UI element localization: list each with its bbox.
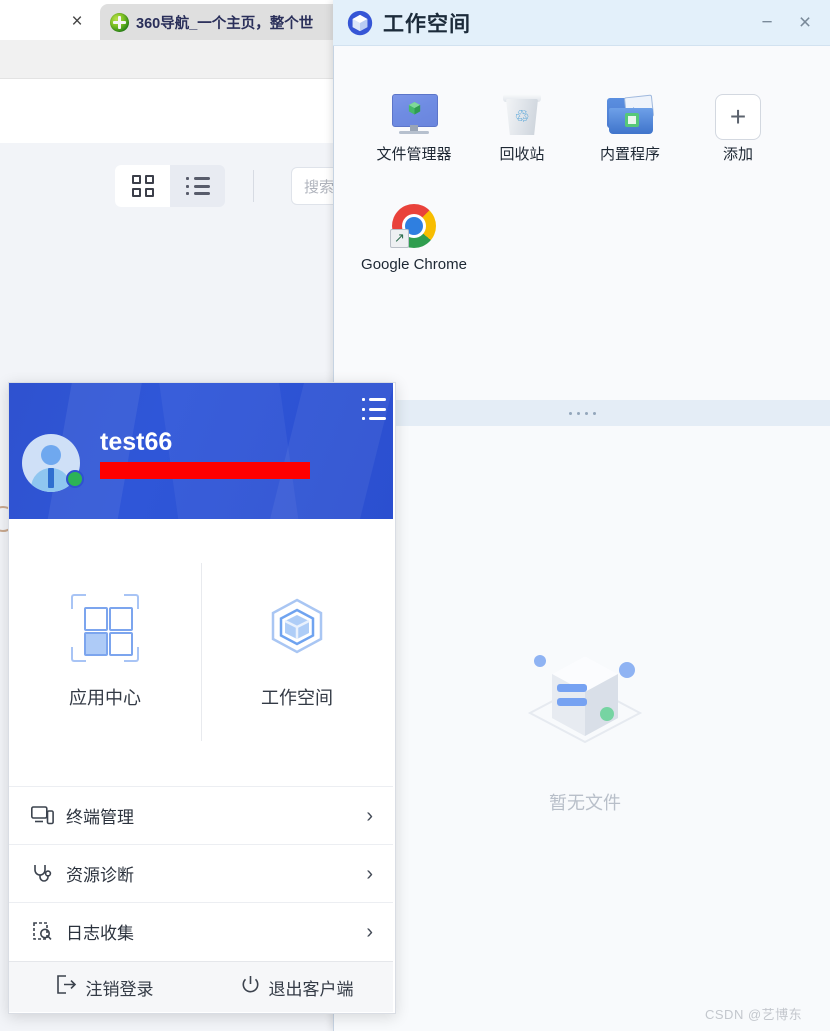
chevron-right-icon: › xyxy=(366,920,373,943)
shortcut-label: 应用中心 xyxy=(69,687,141,708)
shortcut-label: 工作空间 xyxy=(261,687,333,708)
menu-item-log-collection[interactable]: 日志收集 › xyxy=(9,902,393,960)
desktop-icon-grid: 文件管理器 ♲ 回收站 内置程序 + 添加 ↗ Google Chrome xyxy=(360,84,800,304)
log-clipboard-icon xyxy=(29,921,55,942)
desktop-icon-google-chrome[interactable]: ↗ Google Chrome xyxy=(360,194,468,304)
monitor-cube-icon xyxy=(388,84,440,140)
client-menu-list: 终端管理 › 资源诊断 › 日志收集 › xyxy=(9,786,393,961)
status-badge xyxy=(66,470,84,488)
exit-client-button[interactable]: 退出客户端 xyxy=(201,962,393,1012)
terminal-management-icon xyxy=(29,806,55,825)
menu-item-label: 资源诊断 xyxy=(66,866,134,885)
desktop-icon-builtin-programs[interactable]: 内置程序 xyxy=(576,84,684,194)
recycle-bin-icon: ♲ xyxy=(500,84,544,140)
logout-label: 注销登录 xyxy=(85,979,154,999)
stethoscope-icon xyxy=(29,863,55,884)
browser-tab[interactable]: 360导航_一个主页，整个世 xyxy=(100,4,360,40)
workspace-window-title: 工作空间 xyxy=(383,12,471,36)
empty-state: 暂无文件 xyxy=(465,630,705,830)
logout-button[interactable]: 注销登录 xyxy=(9,962,201,1012)
list-view-icon[interactable] xyxy=(170,165,225,207)
drag-handle-icon xyxy=(568,411,596,415)
minimize-button[interactable]: − xyxy=(750,8,784,38)
desktop-icon-label: 添加 xyxy=(722,146,753,163)
empty-state-caption: 暂无文件 xyxy=(549,793,621,813)
app-center-icon xyxy=(71,593,139,662)
client-panel-footer: 注销登录 退出客户端 xyxy=(9,961,393,1012)
desktop-icon-label: Google Chrome xyxy=(361,256,467,273)
desktop-icon-label: 回收站 xyxy=(499,146,545,163)
tab-close-icon[interactable]: × xyxy=(50,8,104,34)
desktop-icon-recycle-bin[interactable]: ♲ 回收站 xyxy=(468,84,576,194)
chrome-icon: ↗ xyxy=(390,194,438,250)
window-controls: − × xyxy=(750,8,822,38)
exit-client-label: 退出客户端 xyxy=(268,979,354,999)
redacted-account-field xyxy=(100,462,310,479)
menu-item-label: 日志收集 xyxy=(66,924,134,943)
360-logo-icon xyxy=(110,12,129,32)
menu-item-label: 终端管理 xyxy=(66,808,134,827)
pane-splitter-handle[interactable] xyxy=(334,400,830,426)
toolbar-divider xyxy=(253,170,254,202)
desktop-icon-file-manager[interactable]: 文件管理器 xyxy=(360,84,468,194)
shortcut-workspace[interactable]: 工作空间 xyxy=(201,519,393,784)
chevron-right-icon: › xyxy=(366,804,373,827)
hamburger-menu-icon[interactable] xyxy=(362,398,386,420)
workspace-title-bar[interactable]: 工作空间 − × xyxy=(333,0,830,46)
chevron-right-icon: › xyxy=(366,862,373,885)
desktop-icon-label: 文件管理器 xyxy=(376,146,452,163)
menu-item-resource-diagnosis[interactable]: 资源诊断 › xyxy=(9,844,393,902)
username-label: test66 xyxy=(100,428,173,456)
desktop-icon-label: 内置程序 xyxy=(599,146,660,163)
close-button[interactable]: × xyxy=(788,8,822,38)
view-mode-toggle[interactable] xyxy=(115,165,225,207)
menu-item-terminal-management[interactable]: 终端管理 › xyxy=(9,786,393,844)
watermark: CSDN @艺博东 xyxy=(705,1007,803,1022)
workspace-hexcube-icon xyxy=(271,598,323,653)
shortcut-divider xyxy=(201,563,202,741)
grid-view-icon[interactable] xyxy=(115,165,170,207)
empty-box-illustration xyxy=(527,655,643,744)
folder-image-icon xyxy=(605,84,655,140)
shortcut-app-center[interactable]: 应用中心 xyxy=(9,519,201,784)
cube-icon xyxy=(347,10,373,35)
plus-icon: + xyxy=(715,84,761,140)
logout-icon xyxy=(56,975,77,999)
browser-tab-title: 360导航_一个主页，整个世 xyxy=(136,15,314,32)
desktop-icon-add[interactable]: + 添加 xyxy=(684,84,792,194)
power-icon xyxy=(241,975,260,999)
